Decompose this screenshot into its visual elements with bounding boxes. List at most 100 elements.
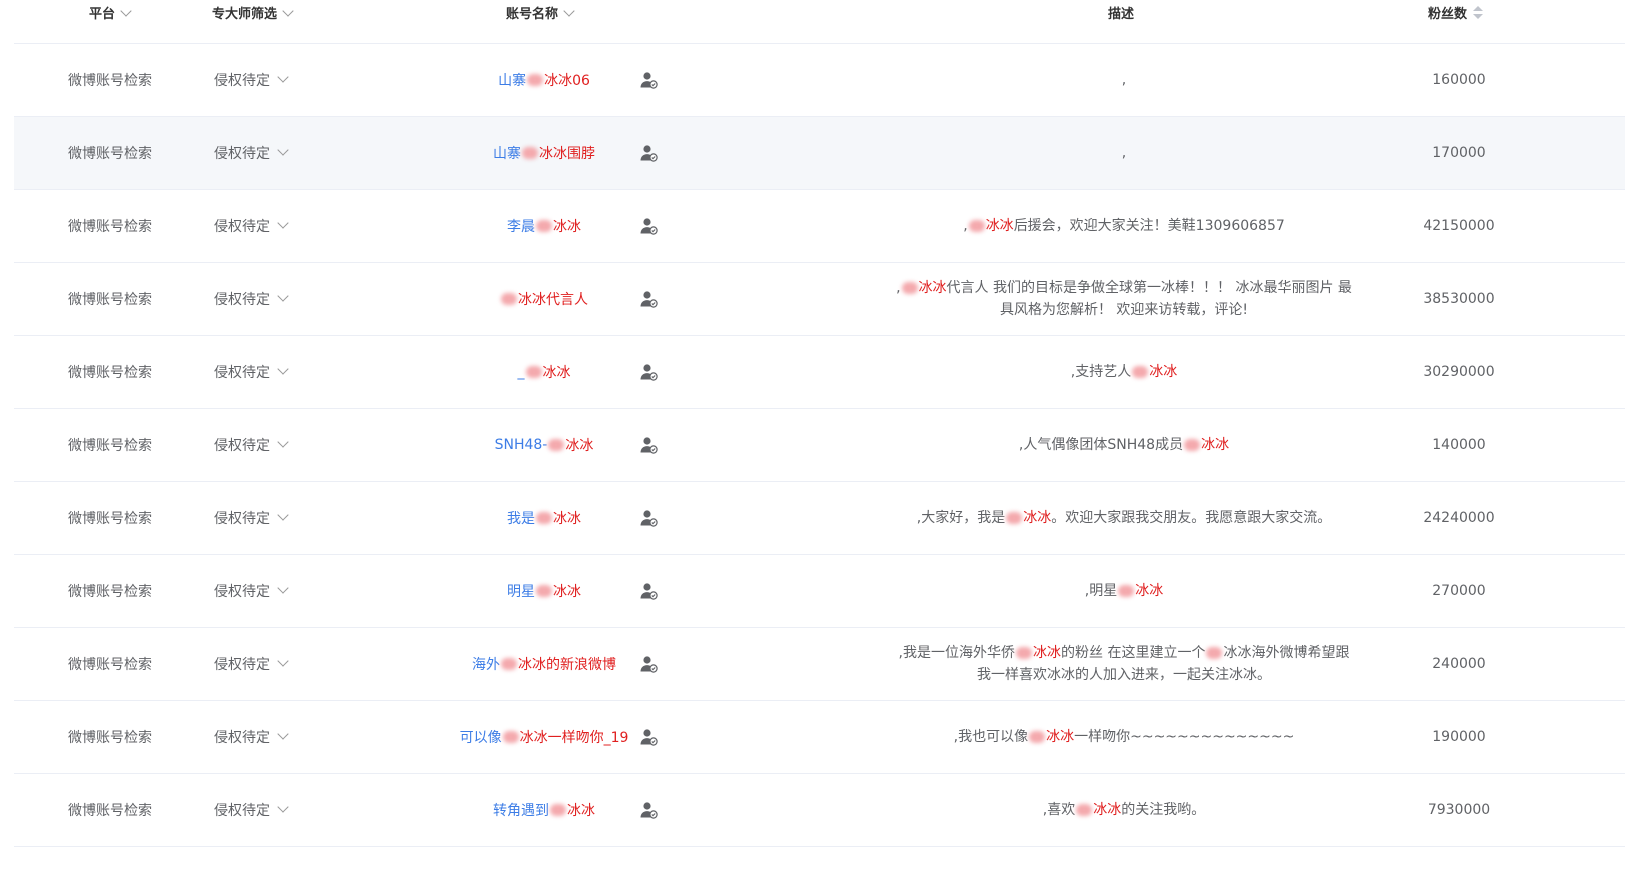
- account-verify-button[interactable]: [634, 44, 664, 116]
- filter-dropdown[interactable]: 侵权待定: [214, 263, 314, 335]
- desc-prefix: ,明星: [1084, 583, 1118, 599]
- account-name-link[interactable]: _ 冰冰: [434, 336, 654, 408]
- filter-dropdown[interactable]: 侵权待定: [214, 336, 314, 408]
- desc-prefix: ,: [1121, 72, 1127, 88]
- chevron-down-icon[interactable]: [120, 5, 132, 17]
- account-name-link[interactable]: 转角遇到 冰冰: [434, 774, 654, 846]
- platform-text: 微博账号检索: [68, 584, 152, 600]
- account-name-link[interactable]: 海外 冰冰的新浪微博: [434, 628, 654, 700]
- table-row[interactable]: 微博账号检索 侵权待定 SNH48- 冰冰 ,人气偶像团体SNH48成员 冰冰 14…: [14, 409, 1625, 482]
- platform-text: 微博账号检索: [68, 730, 152, 746]
- filter-dropdown[interactable]: 侵权待定: [214, 701, 314, 773]
- account-name-link[interactable]: 山寨 冰冰06: [434, 44, 654, 116]
- table-row[interactable]: 微博账号检索 侵权待定 我是 冰冰 ,大家好，我是 冰冰。欢迎大家跟我交朋友。我愿意…: [14, 482, 1625, 555]
- account-verify-button[interactable]: [634, 482, 664, 554]
- filter-dropdown[interactable]: 侵权待定: [214, 628, 314, 700]
- redaction-mark: [901, 282, 918, 294]
- fans-count: 160000: [1432, 72, 1486, 88]
- account-name-link[interactable]: 冰冰代言人: [434, 263, 654, 335]
- description-text: ,人气偶像团体SNH48成员 冰冰: [1019, 434, 1229, 456]
- account-name-link[interactable]: 我是 冰冰: [434, 482, 654, 554]
- filter-header[interactable]: 专大师筛选: [212, 0, 294, 30]
- fans-header[interactable]: 粉丝数: [1428, 0, 1484, 30]
- table-row[interactable]: 微博账号检索 侵权待定 山寨 冰冰围脖 , 170000: [14, 117, 1625, 190]
- table-row[interactable]: 微博账号检索 侵权待定 转角遇到 冰冰 ,喜欢 冰冰的关注我哟。 7930000: [14, 774, 1625, 847]
- description-text: ,支持艺人 冰冰: [1071, 361, 1177, 383]
- account-verify-button[interactable]: [634, 701, 664, 773]
- account-name-link[interactable]: 山寨 冰冰围脖: [434, 117, 654, 189]
- platform-cell: 微博账号检索: [14, 482, 206, 554]
- table-row[interactable]: 微博账号检索 侵权待定 _ 冰冰 ,支持艺人 冰冰 30290000: [14, 336, 1625, 409]
- platform-text: 微博账号检索: [68, 438, 152, 454]
- fans-count: 24240000: [1423, 510, 1495, 526]
- filter-value: 侵权待定: [214, 292, 270, 308]
- account-name-highlight: 冰冰: [565, 438, 594, 454]
- account-name-prefix: 明星: [507, 584, 535, 600]
- account-verify-button[interactable]: [634, 336, 664, 408]
- filter-value: 侵权待定: [214, 219, 270, 235]
- table-row[interactable]: 微博账号检索 侵权待定 海外 冰冰的新浪微博 ,我是一位海外华侨 冰冰的粉丝 在这里…: [14, 628, 1625, 701]
- table-row[interactable]: 微博账号检索 侵权待定 可以像 冰冰一样吻你_19 ,我也可以像 冰冰一样吻你~~~…: [14, 701, 1625, 774]
- chevron-down-icon: [277, 801, 289, 813]
- description-cell: , 冰冰代言人 我们的目标是争做全球第一冰棒！！！ 冰冰最华丽图片 最具风格为您解…: [894, 263, 1354, 335]
- account-name-prefix: 海外: [472, 657, 500, 673]
- filter-value: 侵权待定: [214, 146, 270, 162]
- name-header-label: 账号名称: [506, 7, 559, 22]
- account-verify-button[interactable]: [634, 555, 664, 627]
- account-verify-button[interactable]: [634, 774, 664, 846]
- desc-highlight: 冰冰: [985, 218, 1014, 234]
- filter-dropdown[interactable]: 侵权待定: [214, 190, 314, 262]
- user-check-icon: [640, 145, 658, 162]
- chevron-down-icon[interactable]: [282, 5, 294, 17]
- account-verify-button[interactable]: [634, 263, 664, 335]
- desc-prefix: ,: [896, 280, 901, 296]
- description-cell: ,我也可以像 冰冰一样吻你~~~~~~~~~~~~~~: [894, 701, 1354, 773]
- chevron-down-icon[interactable]: [563, 5, 575, 17]
- account-name-prefix: 可以像: [459, 730, 502, 746]
- desc-highlight: 冰冰: [918, 280, 947, 296]
- fans-count: 270000: [1432, 583, 1486, 599]
- account-verify-button[interactable]: [634, 190, 664, 262]
- account-name-link[interactable]: 明星 冰冰: [434, 555, 654, 627]
- redaction-mark: [1016, 647, 1032, 659]
- filter-dropdown[interactable]: 侵权待定: [214, 117, 314, 189]
- filter-dropdown[interactable]: 侵权待定: [214, 555, 314, 627]
- filter-dropdown[interactable]: 侵权待定: [214, 482, 314, 554]
- description-text: ,大家好，我是 冰冰。欢迎大家跟我交朋友。我愿意跟大家交流。: [917, 507, 1331, 529]
- table-row[interactable]: 微博账号检索 侵权待定 明星 冰冰 ,明星 冰冰 270000: [14, 555, 1625, 628]
- name-header[interactable]: 账号名称: [506, 0, 575, 30]
- fans-cell: 190000: [1374, 701, 1544, 773]
- desc-highlight: 冰冰: [1201, 437, 1230, 453]
- redaction-mark: [1076, 804, 1093, 816]
- account-verify-button[interactable]: [634, 409, 664, 481]
- filter-value: 侵权待定: [214, 657, 270, 673]
- filter-dropdown[interactable]: 侵权待定: [214, 774, 314, 846]
- desc-body: 。欢迎大家跟我交朋友。我愿意跟大家交流。: [1051, 510, 1332, 526]
- platform-header[interactable]: 平台: [89, 0, 132, 30]
- platform-cell: 微博账号检索: [14, 336, 206, 408]
- account-verify-button[interactable]: [634, 628, 664, 700]
- fans-count: 140000: [1432, 437, 1486, 453]
- description-text: ,我是一位海外华侨 冰冰的粉丝 在这里建立一个 冰冰海外微博希望跟我一样喜欢冰冰的人…: [894, 642, 1354, 686]
- account-verify-button[interactable]: [634, 117, 664, 189]
- description-cell: ,明星 冰冰: [894, 555, 1354, 627]
- description-cell: , 冰冰后援会，欢迎大家关注！美鞋1309606857: [894, 190, 1354, 262]
- account-name-link[interactable]: SNH48- 冰冰: [434, 409, 654, 481]
- account-name-prefix: 山寨: [498, 73, 527, 89]
- redaction-mark: [501, 658, 517, 670]
- table-row[interactable]: 微博账号检索 侵权待定 冰冰代言人 , 冰冰代言人 我们的目标是争做全球第一冰棒！…: [14, 263, 1625, 336]
- account-name-link[interactable]: 李晨 冰冰: [434, 190, 654, 262]
- chevron-down-icon: [277, 71, 289, 83]
- filter-dropdown[interactable]: 侵权待定: [214, 409, 314, 481]
- fans-count: 240000: [1432, 656, 1486, 672]
- table-row[interactable]: 微博账号检索 侵权待定 李晨 冰冰 , 冰冰后援会，欢迎大家关注！美鞋1309606…: [14, 190, 1625, 263]
- fans-cell: 170000: [1374, 117, 1544, 189]
- sort-icon[interactable]: [1473, 6, 1484, 20]
- account-name-link[interactable]: 可以像 冰冰一样吻你_19: [434, 701, 654, 773]
- filter-dropdown[interactable]: 侵权待定: [214, 44, 314, 116]
- table-row[interactable]: 微博账号检索 侵权待定 山寨 冰冰06 , 160000: [14, 44, 1625, 117]
- platform-text: 微博账号检索: [68, 146, 152, 162]
- desc-highlight: 冰冰: [1033, 645, 1061, 661]
- account-name-highlight: 冰冰06: [544, 73, 590, 89]
- user-check-icon: [640, 291, 658, 308]
